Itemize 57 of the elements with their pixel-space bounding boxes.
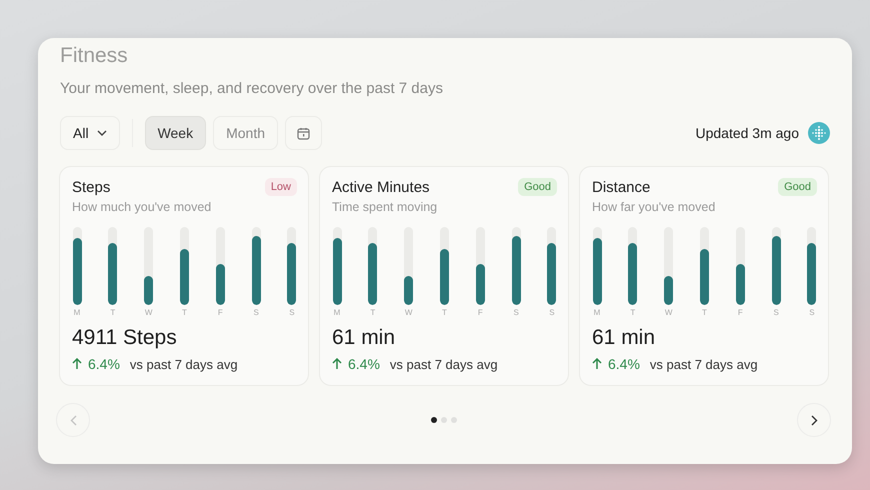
- change-percent: 6.4%: [348, 356, 380, 372]
- comparison-label: vs past 7 days avg: [650, 356, 758, 372]
- status-badge: Good: [778, 178, 817, 196]
- calendar-icon: [297, 126, 310, 140]
- filter-dropdown[interactable]: All: [60, 116, 120, 150]
- day-label: T: [630, 308, 636, 317]
- day-label: S: [773, 308, 779, 317]
- day-label: W: [664, 308, 672, 317]
- day-label: T: [182, 308, 187, 317]
- page-title: Fitness: [60, 44, 129, 68]
- status-badge: Low: [264, 178, 297, 196]
- comparison-label: vs past 7 days avg: [390, 356, 498, 372]
- card-subtitle: Time spent moving: [332, 200, 438, 214]
- day-label: F: [738, 308, 743, 317]
- comparison-label: vs past 7 days avg: [130, 356, 238, 372]
- day-label: M: [74, 308, 80, 317]
- calendar-button[interactable]: [285, 116, 322, 150]
- day-label: T: [110, 308, 116, 317]
- day-label: S: [253, 308, 259, 317]
- day-label: T: [702, 308, 707, 317]
- day-label: F: [478, 308, 483, 317]
- arrow-up-icon: [332, 358, 342, 370]
- day-label: S: [513, 308, 519, 317]
- arrow-up-icon: [72, 358, 82, 370]
- status-badge: Good: [518, 178, 557, 196]
- day-label: F: [218, 308, 223, 317]
- day-label: T: [442, 308, 447, 317]
- change-percent: 6.4%: [88, 356, 120, 372]
- card-title: Distance: [592, 178, 650, 196]
- page-dot[interactable]: [430, 417, 436, 423]
- arrow-up-icon: [592, 358, 602, 370]
- next-button[interactable]: [797, 403, 831, 437]
- page-subtitle: Your movement, sleep, and recovery over the past 7 days: [60, 80, 444, 97]
- metric-value: 61 min: [332, 326, 396, 350]
- change-percent: 6.4%: [608, 356, 640, 372]
- card-title: Active Minutes: [332, 178, 430, 196]
- day-label: M: [594, 308, 600, 317]
- day-label: T: [370, 308, 376, 317]
- metric-value: 61 min: [592, 326, 656, 350]
- card-title: Steps: [72, 178, 110, 196]
- range-tab[interactable]: Week: [144, 116, 206, 150]
- day-label: M: [334, 308, 340, 317]
- page-dot[interactable]: [450, 417, 456, 423]
- day-label: W: [404, 308, 412, 317]
- day-label: W: [144, 308, 152, 317]
- chevron-right-icon: [810, 414, 818, 426]
- day-label: S: [549, 308, 555, 317]
- dot-grid-logo-icon: [808, 122, 830, 144]
- page-dot[interactable]: [440, 417, 446, 423]
- chevron-left-icon: [70, 414, 76, 426]
- day-label: S: [809, 308, 815, 317]
- card-subtitle: How far you've moved: [592, 200, 716, 214]
- card-subtitle: How much you've moved: [72, 200, 212, 214]
- updated-label: Updated 3m ago: [695, 125, 799, 141]
- metric-value: 4911 Steps: [72, 326, 178, 350]
- day-label: S: [289, 308, 295, 317]
- chevron-down-icon: [96, 130, 107, 136]
